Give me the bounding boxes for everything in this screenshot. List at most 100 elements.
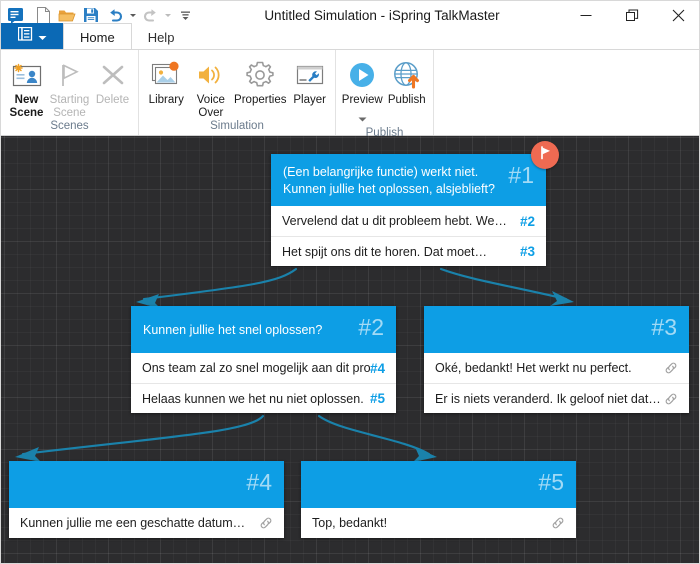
speaker-icon [196,58,226,92]
node-2-number: #2 [358,314,384,340]
gear-icon [245,58,275,92]
menu-list-icon [17,26,33,46]
node-4-number: #4 [246,469,272,495]
node-2-question: Kunnen jullie het snel oplossen? [143,323,323,337]
node-1-reply-1-target: #2 [519,213,535,229]
node-5-replies: Top, bedankt! [301,508,576,538]
preview-button[interactable]: Preview [340,54,385,127]
player-wrench-icon [295,58,325,92]
node-4-reply-1[interactable]: Kunnen jullie me een geschatte datum… [9,508,284,538]
voice-over-button[interactable]: Voice Over [190,54,233,119]
node-2-reply-1[interactable]: Ons team zal zo snel mogelijk aan dit pr… [131,353,396,383]
chevron-down-icon [38,28,47,46]
ribbon-group-scenes-label: Scenes [50,120,89,132]
starting-scene-button[interactable]: Starting Scene [48,54,91,119]
ribbon-group-scenes: New Scene Starting Scene Delete Scenes [1,50,139,135]
link-icon[interactable] [259,516,273,530]
node-5-header[interactable]: #5 [301,461,576,508]
node-3[interactable]: #3 Oké, bedankt! Het werkt nu perfect. E… [424,306,689,413]
properties-label: Properties [234,94,287,106]
delete-x-icon [99,58,127,92]
globe-upload-icon [392,58,422,92]
node-4[interactable]: #4 Kunnen jullie me een geschatte datum… [9,461,284,538]
tab-help[interactable]: Help [132,25,191,50]
node-1-header[interactable]: (Een belangrijke functie) werkt niet. Ku… [271,141,559,206]
flag-icon [56,58,84,92]
node-2-header[interactable]: Kunnen jullie het snel oplossen? #2 [131,306,396,353]
publish-button[interactable]: Publish [385,54,430,107]
node-5[interactable]: #5 Top, bedankt! [301,461,576,538]
tab-home-label: Home [80,29,115,45]
new-scene-icon [11,58,43,92]
node-1-question: (Een belangrijke functie) werkt niet. Ku… [283,165,495,196]
connector-1-to-3 [439,267,568,301]
node-5-reply-1[interactable]: Top, bedankt! [301,508,576,538]
ribbon-tab-strip: Home Help [1,23,699,50]
link-icon[interactable] [664,392,678,406]
delete-label: Delete [95,94,130,106]
library-label: Library [148,94,184,106]
properties-button[interactable]: Properties [232,54,288,107]
node-1-number: #1 [508,162,534,188]
node-2-reply-1-target: #4 [369,360,385,376]
node-1-replies: Vervelend dat u dit probleem hebt. We… #… [271,206,546,266]
file-menu-button[interactable] [1,23,63,50]
node-1-reply-1-text: Vervelend dat u dit probleem hebt. We… [282,214,507,228]
start-scene-badge[interactable] [531,141,559,169]
ribbon-group-simulation-label: Simulation [210,120,264,132]
ribbon: New Scene Starting Scene Delete Scenes L… [1,49,699,139]
node-4-header[interactable]: #4 [9,461,284,508]
ribbon-filler [434,50,699,135]
player-button[interactable]: Player [288,54,331,107]
ribbon-group-publish: Preview Publish Publish [336,50,434,139]
tab-help-label: Help [147,30,175,45]
node-1-reply-2-text: Het spijt ons dit te horen. Dat moet… [282,244,487,259]
delete-button[interactable]: Delete [91,54,134,107]
node-4-reply-1-text: Kunnen jullie me een geschatte datum… [20,516,246,530]
link-icon[interactable] [664,361,678,375]
library-images-icon [150,58,182,92]
node-1[interactable]: (Een belangrijke functie) werkt niet. Ku… [271,141,559,266]
node-2[interactable]: Kunnen jullie het snel oplossen? #2 Ons … [131,306,396,413]
preview-dropdown-icon[interactable] [358,109,367,127]
voice-over-label: Voice Over [196,94,225,119]
player-label: Player [293,94,326,106]
node-1-reply-2[interactable]: Het spijt ons dit te horen. Dat moet… #3 [271,236,546,266]
node-3-replies: Oké, bedankt! Het werkt nu perfect. Er i… [424,353,689,413]
node-3-header[interactable]: #3 [424,306,689,353]
node-5-number: #5 [538,469,564,495]
node-2-reply-2[interactable]: Helaas kunnen we het nu niet oplossen. #… [131,383,396,413]
library-button[interactable]: Library [143,54,190,107]
tab-home[interactable]: Home [63,23,132,50]
arrowhead-1-to-3 [550,291,574,306]
connector-2-to-5 [317,414,431,456]
flag-badge-icon [538,145,553,165]
node-3-reply-2-text: Er is niets veranderd. Ik geloof niet da… [435,391,661,406]
publish-label: Publish [387,94,426,106]
preview-label: Preview [341,94,383,106]
application-window: Untitled Simulation - iSpring TalkMaster [0,0,700,564]
connector-1-to-2 [142,267,298,301]
node-3-number: #3 [651,314,677,340]
node-3-reply-2[interactable]: Er is niets veranderd. Ik geloof niet da… [424,383,689,413]
node-3-reply-1[interactable]: Oké, bedankt! Het werkt nu perfect. [424,353,689,383]
node-2-reply-2-text: Helaas kunnen we het nu niet oplossen. [142,391,364,406]
node-4-replies: Kunnen jullie me een geschatte datum… [9,508,284,538]
link-icon[interactable] [551,516,565,530]
new-scene-label: New Scene [9,94,44,119]
node-2-reply-1-text: Ons team zal zo snel mogelijk aan dit pr… [142,361,370,375]
node-2-reply-2-target: #5 [369,391,385,406]
arrowhead-2-to-4 [15,447,41,462]
scene-canvas[interactable]: (Een belangrijke functie) werkt niet. Ku… [1,136,699,563]
node-2-replies: Ons team zal zo snel mogelijk aan dit pr… [131,353,396,413]
node-5-reply-1-text: Top, bedankt! [312,516,388,530]
play-circle-icon [347,58,377,92]
new-scene-button[interactable]: New Scene [5,54,48,119]
ribbon-group-simulation: Library Voice Over Properties Player Sim… [139,50,336,135]
node-3-reply-1-text: Oké, bedankt! Het werkt nu perfect. [435,361,632,375]
arrowhead-2-to-5 [413,447,437,462]
node-1-reply-2-target: #3 [519,244,535,259]
node-1-reply-1[interactable]: Vervelend dat u dit probleem hebt. We… #… [271,206,546,236]
connector-2-to-4 [21,414,265,456]
starting-scene-label: Starting Scene [49,94,90,119]
